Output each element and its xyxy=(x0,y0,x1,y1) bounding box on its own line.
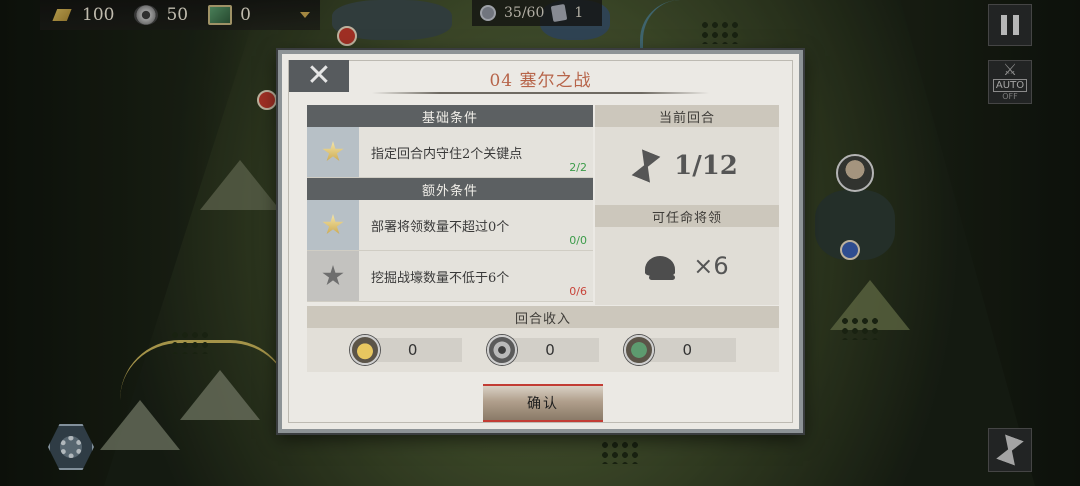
officer-cap-icon xyxy=(645,256,676,280)
commanders-value: ×6 xyxy=(693,252,729,280)
condition-star-box xyxy=(307,127,359,177)
condition-row: 挖掘战壕数量不低于6个 0/6 xyxy=(307,251,593,302)
current-turn-header: 当前回合 xyxy=(595,105,779,127)
commanders-header: 可任命将领 xyxy=(595,205,779,227)
current-turn-value: 1/12 xyxy=(674,151,738,181)
income-gold: 0 xyxy=(349,335,462,365)
battle-objectives-dialog: ✕ 04 塞尔之战 基础条件 指定回合内守住2个关键点 2/2 额外条件 部署将… xyxy=(278,50,803,433)
extra-conditions-header: 额外条件 xyxy=(307,178,593,200)
condition-text: 指定回合内守住2个关键点 xyxy=(371,146,523,162)
basic-conditions-header: 基础条件 xyxy=(307,105,593,127)
dialog-title: 04 塞尔之战 xyxy=(489,71,592,91)
gold-icon xyxy=(349,335,380,365)
condition-star-box xyxy=(307,251,359,301)
confirm-button[interactable]: 确认 xyxy=(483,384,603,422)
hourglass-icon xyxy=(632,149,661,182)
condition-progress: 0/6 xyxy=(569,285,587,298)
status-panel: 当前回合 1/12 可任命将领 ×6 xyxy=(595,105,779,305)
commanders-body: ×6 xyxy=(595,227,779,305)
condition-progress: 0/0 xyxy=(569,234,587,247)
condition-progress: 2/2 xyxy=(569,161,587,174)
condition-row: 指定回合内守住2个关键点 2/2 xyxy=(307,127,593,178)
condition-text: 挖掘战壕数量不低于6个 xyxy=(371,270,510,286)
income-tech: 0 xyxy=(624,335,737,365)
star-icon xyxy=(322,214,344,235)
income-industry: 0 xyxy=(486,335,599,365)
condition-star-box xyxy=(307,200,359,250)
star-icon xyxy=(322,141,344,162)
condition-text: 部署将领数量不超过0个 xyxy=(371,219,510,235)
industry-icon xyxy=(486,335,517,365)
turn-income-row: 0 0 0 xyxy=(307,328,779,372)
conditions-panel: 基础条件 指定回合内守住2个关键点 2/2 额外条件 部署将领数量不超过0个 0… xyxy=(307,105,593,302)
title-divider xyxy=(372,92,709,94)
star-icon xyxy=(322,265,344,286)
condition-row: 部署将领数量不超过0个 0/0 xyxy=(307,200,593,251)
turn-income-header: 回合收入 xyxy=(307,306,779,328)
current-turn-body: 1/12 xyxy=(595,127,779,205)
